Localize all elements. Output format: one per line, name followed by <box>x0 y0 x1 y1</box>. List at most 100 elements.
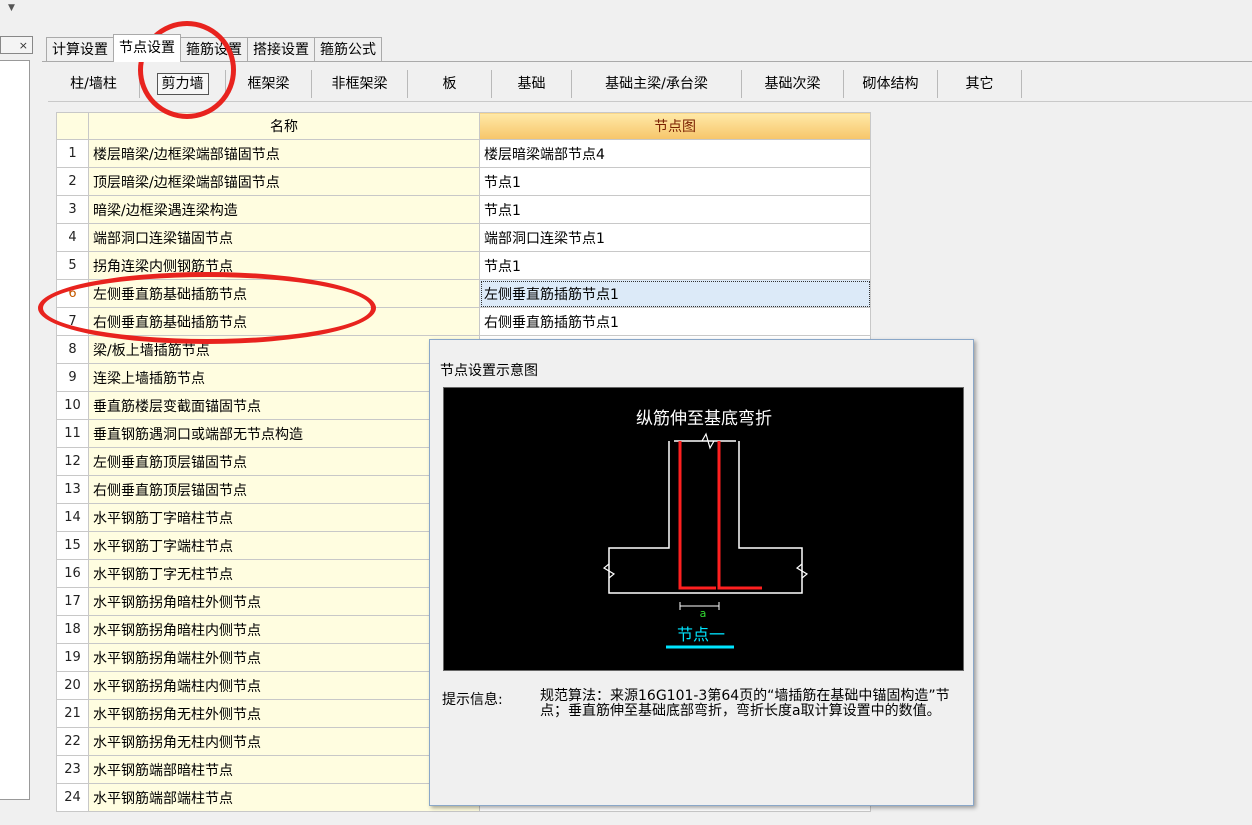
dropdown-arrow-icon[interactable]: ▼ <box>8 3 15 13</box>
foundation-outline <box>608 441 803 594</box>
row-name-cell[interactable]: 水平钢筋端部端柱节点 <box>88 783 480 812</box>
row-index: 22 <box>56 727 89 756</box>
close-button[interactable]: × <box>0 36 33 54</box>
table-row[interactable]: 3 暗梁/边框梁遇连梁构造 节点1 <box>56 195 871 224</box>
main-tab-5[interactable]: 箍筋公式 <box>314 37 382 62</box>
row-name-cell[interactable]: 右侧垂直筋顶层锚固节点 <box>88 475 480 504</box>
row-name-cell[interactable]: 水平钢筋丁字端柱节点 <box>88 531 480 560</box>
node-diagram-drawing: 纵筋伸至基底弯折 a 节点一 <box>602 409 809 649</box>
row-name-cell[interactable]: 水平钢筋拐角暗柱内侧节点 <box>88 615 480 644</box>
tab-panel-border <box>42 61 1252 62</box>
sub-tab-5[interactable]: 板 <box>408 70 492 98</box>
row-index: 2 <box>56 167 89 196</box>
sub-tab-8[interactable]: 基础次梁 <box>742 70 844 98</box>
sub-tab-label: 柱/墙柱 <box>70 76 117 92</box>
dimension-label: a <box>700 607 707 620</box>
row-name-cell[interactable]: 水平钢筋拐角无柱内侧节点 <box>88 727 480 756</box>
row-index: 8 <box>56 335 89 364</box>
sub-tab-label: 基础 <box>517 76 546 92</box>
row-name-cell[interactable]: 连梁上墙插筋节点 <box>88 363 480 392</box>
index-column-header <box>56 112 89 140</box>
sub-tab-7[interactable]: 基础主梁/承台梁 <box>572 70 742 98</box>
row-name-cell[interactable]: 拐角连梁内侧钢筋节点 <box>88 251 480 280</box>
top-toolbar: ▼ <box>0 0 1252 30</box>
row-index: 10 <box>56 391 89 420</box>
row-name-cell[interactable]: 左侧垂直筋顶层锚固节点 <box>88 447 480 476</box>
row-name-cell[interactable]: 右侧垂直筋基础插筋节点 <box>88 307 480 336</box>
row-index: 18 <box>56 615 89 644</box>
main-tab-1[interactable]: 计算设置 <box>46 37 114 62</box>
sub-tab-4[interactable]: 非框架梁 <box>312 70 408 98</box>
sub-tab-3[interactable]: 框架梁 <box>226 70 312 98</box>
hint-label: 提示信息: <box>442 692 503 708</box>
sub-tab-label: 其它 <box>965 76 994 92</box>
sub-tab-6[interactable]: 基础 <box>492 70 572 98</box>
node-column-header[interactable]: 节点图 <box>479 112 871 140</box>
row-name-cell[interactable]: 垂直筋楼层变截面锚固节点 <box>88 391 480 420</box>
row-index: 13 <box>56 475 89 504</box>
row-name-cell[interactable]: 水平钢筋端部暗柱节点 <box>88 755 480 784</box>
row-name-cell[interactable]: 梁/板上墙插筋节点 <box>88 335 480 364</box>
row-name-cell[interactable]: 水平钢筋拐角暗柱外侧节点 <box>88 587 480 616</box>
sub-tab-label: 基础次梁 <box>764 76 821 92</box>
sub-tab-10[interactable]: 其它 <box>938 70 1022 98</box>
row-index: 9 <box>56 363 89 392</box>
table-row[interactable]: 6 左侧垂直筋基础插筋节点 左侧垂直筋插筋节点1 <box>56 279 871 308</box>
node-diagram-popup: 节点设置示意图 纵筋伸至基底弯折 a 节点一 提示信息: 规范算法：来源16G1… <box>429 339 974 806</box>
right-rebar <box>717 441 762 590</box>
row-node-cell[interactable]: 节点1 <box>479 167 871 196</box>
main-tab-3[interactable]: 箍筋设置 <box>180 37 248 62</box>
row-index: 12 <box>56 447 89 476</box>
diagram-title: 纵筋伸至基底弯折 <box>636 409 772 429</box>
row-name-cell[interactable]: 水平钢筋拐角端柱外侧节点 <box>88 643 480 672</box>
node-diagram: 纵筋伸至基底弯折 a 节点一 <box>443 387 964 671</box>
row-index: 16 <box>56 559 89 588</box>
row-index: 23 <box>56 755 89 784</box>
table-row[interactable]: 4 端部洞口连梁锚固节点 端部洞口连梁节点1 <box>56 223 871 252</box>
popup-title: 节点设置示意图 <box>440 363 538 379</box>
table-row[interactable]: 1 楼层暗梁/边框梁端部锚固节点 楼层暗梁端部节点4 <box>56 139 871 168</box>
row-name-cell[interactable]: 水平钢筋丁字暗柱节点 <box>88 503 480 532</box>
table-header-row: 名称 节点图 <box>56 112 871 140</box>
sub-tab-label: 砌体结构 <box>862 76 919 92</box>
row-index: 19 <box>56 643 89 672</box>
row-name-cell[interactable]: 左侧垂直筋基础插筋节点 <box>88 279 480 308</box>
row-node-cell[interactable]: 端部洞口连梁节点1 <box>479 223 871 252</box>
sub-tab-2[interactable]: 剪力墙 <box>140 70 226 98</box>
row-node-cell[interactable]: 右侧垂直筋插筋节点1 <box>479 307 871 336</box>
row-name-cell[interactable]: 暗梁/边框梁遇连梁构造 <box>88 195 480 224</box>
main-tab-4[interactable]: 搭接设置 <box>247 37 315 62</box>
main-tab-2[interactable]: 节点设置 <box>113 34 181 62</box>
table-row[interactable]: 2 顶层暗梁/边框梁端部锚固节点 节点1 <box>56 167 871 196</box>
row-name-cell[interactable]: 顶层暗梁/边框梁端部锚固节点 <box>88 167 480 196</box>
sub-tab-9[interactable]: 砌体结构 <box>844 70 938 98</box>
row-node-cell[interactable]: 左侧垂直筋插筋节点1 <box>479 279 871 308</box>
row-name-cell[interactable]: 楼层暗梁/边框梁端部锚固节点 <box>88 139 480 168</box>
row-node-cell[interactable]: 节点1 <box>479 251 871 280</box>
left-rebar <box>678 441 716 590</box>
row-index: 1 <box>56 139 89 168</box>
row-name-cell[interactable]: 端部洞口连梁锚固节点 <box>88 223 480 252</box>
left-list[interactable] <box>0 60 30 800</box>
row-index: 3 <box>56 195 89 224</box>
row-node-cell[interactable]: 节点1 <box>479 195 871 224</box>
row-index: 20 <box>56 671 89 700</box>
name-column-header[interactable]: 名称 <box>88 112 480 140</box>
sub-tab-divider <box>48 101 1252 102</box>
sub-tab-label: 非框架梁 <box>331 76 388 92</box>
row-node-cell[interactable]: 楼层暗梁端部节点4 <box>479 139 871 168</box>
row-index: 7 <box>56 307 89 336</box>
row-name-cell[interactable]: 水平钢筋拐角无柱外侧节点 <box>88 699 480 728</box>
row-index: 14 <box>56 503 89 532</box>
sub-tab-1[interactable]: 柱/墙柱 <box>48 70 140 98</box>
row-index: 11 <box>56 419 89 448</box>
sub-tab-label: 框架梁 <box>247 76 290 92</box>
sub-tab-label: 板 <box>442 76 457 92</box>
row-index: 4 <box>56 223 89 252</box>
table-row[interactable]: 7 右侧垂直筋基础插筋节点 右侧垂直筋插筋节点1 <box>56 307 871 336</box>
table-row[interactable]: 5 拐角连梁内侧钢筋节点 节点1 <box>56 251 871 280</box>
row-name-cell[interactable]: 水平钢筋丁字无柱节点 <box>88 559 480 588</box>
row-name-cell[interactable]: 垂直钢筋遇洞口或端部无节点构造 <box>88 419 480 448</box>
row-name-cell[interactable]: 水平钢筋拐角端柱内侧节点 <box>88 671 480 700</box>
row-index: 24 <box>56 783 89 812</box>
